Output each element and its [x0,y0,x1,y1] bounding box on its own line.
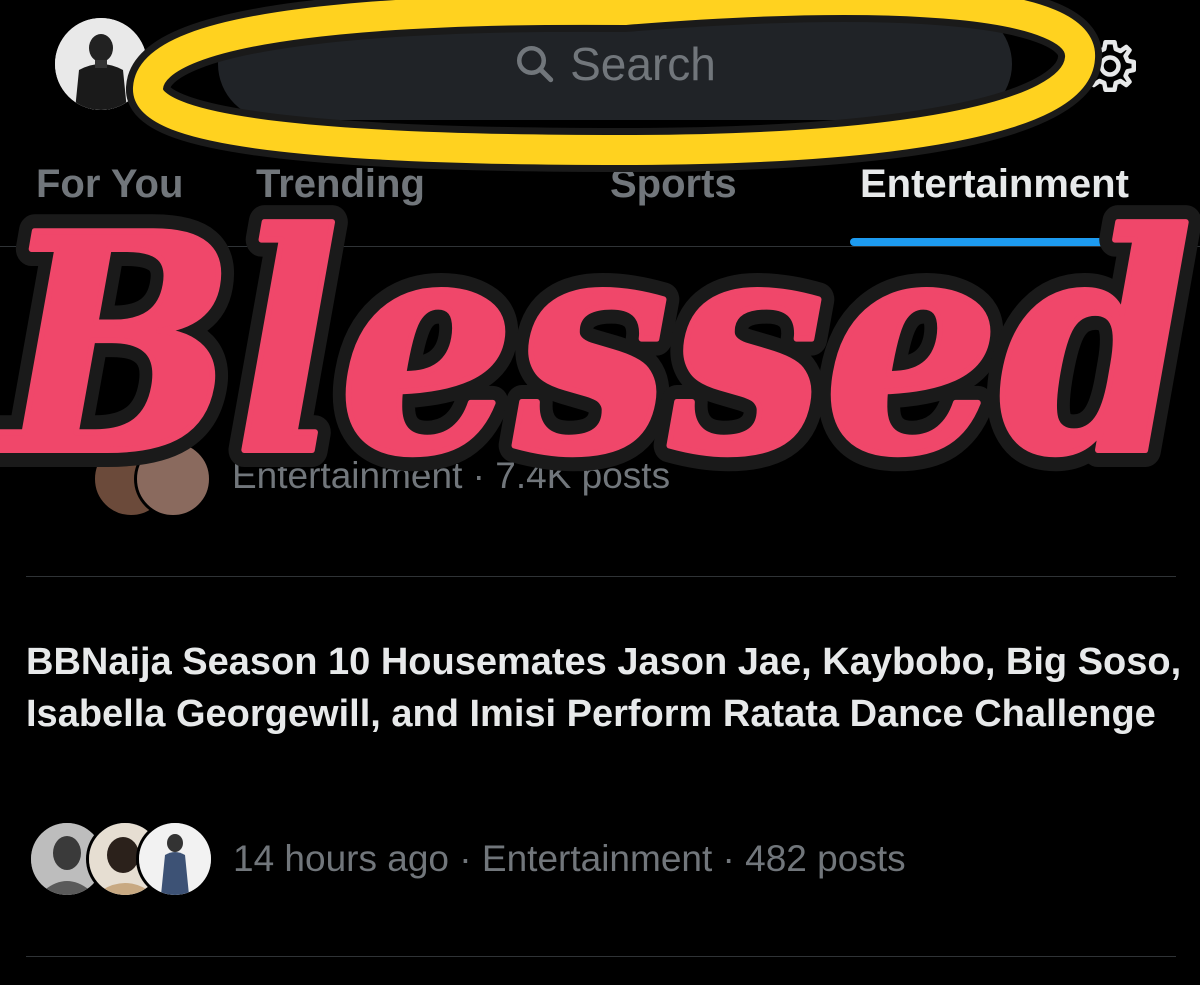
trend-title: BBNaija Season 10 Housemates Jason Jae, … [26,641,1182,735]
tab-trending[interactable]: Trending [256,162,425,207]
search-placeholder: Search [570,38,716,90]
search-input[interactable]: Search [218,8,1012,120]
active-tab-indicator [850,238,1144,246]
trend-category: Entertainment [481,838,713,879]
trend-avatar [134,440,212,518]
search-icon [517,45,554,83]
tab-for-you[interactable]: For You [36,162,183,207]
trend-meta: Entertainment · 7.4K posts [232,455,671,496]
explore-tabs: For You Trending Sports Entertainment [0,150,1200,246]
trend-post-count: 482 posts [745,838,906,879]
trend-time: 14 hours ago [233,838,450,879]
row-divider [26,956,1176,957]
explore-screen: Search For You Trending Sports Entertain… [0,0,1200,985]
trend-category: Entertainment [232,455,463,496]
user-avatar-icon [55,18,147,110]
row-divider [26,576,1176,577]
tab-sports[interactable]: Sports [610,162,737,207]
trend-post-count: 7.4K posts [495,455,671,496]
trend-meta: 14 hours ago · Entertainment · 482 posts [233,838,906,879]
tabs-divider [0,246,1200,247]
gear-icon[interactable] [1080,36,1140,96]
trend-avatar [136,820,214,898]
tab-entertainment[interactable]: Entertainment [860,162,1129,207]
profile-avatar[interactable] [55,18,147,110]
